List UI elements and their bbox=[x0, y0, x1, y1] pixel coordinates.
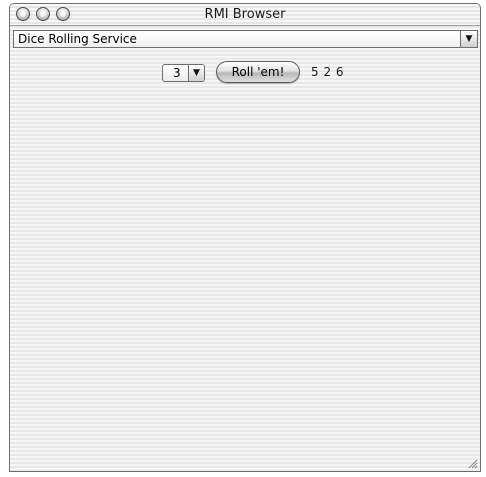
service-select-value: Dice Rolling Service bbox=[18, 32, 137, 46]
roll-result: 5 2 6 bbox=[311, 65, 345, 79]
resize-grip-icon[interactable] bbox=[467, 458, 478, 469]
rmi-browser-window: RMI Browser Dice Rolling Service ▼ 3 ▼ R… bbox=[9, 3, 481, 472]
title-bar[interactable]: RMI Browser bbox=[10, 4, 480, 26]
dice-count-select[interactable]: 3 ▼ bbox=[162, 64, 205, 82]
service-select[interactable]: Dice Rolling Service ▼ bbox=[13, 30, 478, 48]
chevron-down-icon[interactable]: ▼ bbox=[188, 65, 204, 81]
dice-count-value: 3 bbox=[173, 66, 181, 80]
window-title: RMI Browser bbox=[204, 7, 286, 22]
roll-button[interactable]: Roll 'em! bbox=[216, 61, 300, 83]
chevron-down-icon[interactable]: ▼ bbox=[460, 31, 477, 47]
